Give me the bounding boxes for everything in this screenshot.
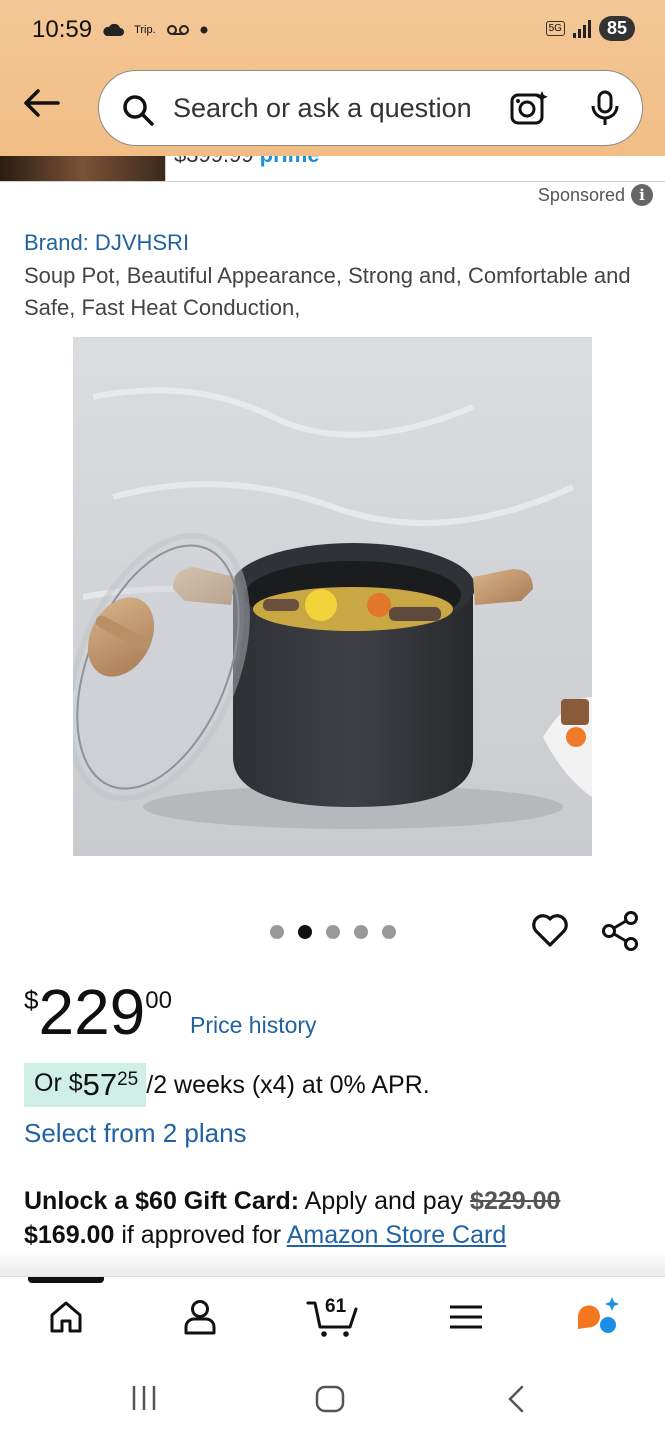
gift-card-text: Apply and pay bbox=[299, 1187, 471, 1215]
carousel-dot[interactable] bbox=[354, 925, 368, 939]
status-time: 10:59 bbox=[32, 16, 93, 43]
menu-icon[interactable] bbox=[444, 1295, 488, 1339]
system-navigation-bar bbox=[0, 1360, 665, 1440]
sponsored-text: Sponsored bbox=[537, 184, 625, 205]
gift-card-text2: if approved for bbox=[114, 1221, 287, 1249]
installment-cents: 25 bbox=[117, 1069, 139, 1090]
heart-icon[interactable] bbox=[530, 910, 570, 950]
product-image[interactable] bbox=[73, 337, 592, 856]
search-input[interactable]: Search or ask a question bbox=[173, 93, 472, 124]
dot-icon bbox=[200, 26, 208, 34]
back-arrow-icon[interactable] bbox=[22, 88, 62, 118]
active-tab-indicator bbox=[28, 1277, 104, 1283]
share-icon[interactable] bbox=[600, 910, 640, 952]
installment-badge: Or $57 25 bbox=[24, 1063, 147, 1107]
gift-card-offer: Unlock a $60 Gift Card: Apply and pay $2… bbox=[24, 1184, 644, 1252]
search-bar[interactable]: Search or ask a question bbox=[98, 70, 643, 146]
price-currency: $ bbox=[24, 985, 39, 1015]
product-price: $ 229 00 bbox=[24, 975, 172, 1049]
top-header: 10:59 Trip. 5G 85 Search or ask a questi… bbox=[0, 0, 665, 156]
status-bar-right: 5G 85 bbox=[545, 16, 635, 41]
sponsored-ad-strip[interactable]: $399.99 prime bbox=[0, 156, 665, 182]
gift-card-new-price: $169.00 bbox=[24, 1221, 115, 1249]
cart-count-badge: 61 bbox=[325, 1296, 347, 1317]
product-title: Soup Pot, Beautiful Appearance, Strong a… bbox=[24, 263, 631, 320]
installment-offer: Or $57 25 /2 weeks (x4) at 0% APR. bbox=[24, 1063, 430, 1107]
carousel-dot[interactable] bbox=[326, 925, 340, 939]
ad-thumbnail bbox=[0, 156, 166, 181]
network-5g-icon: 5G bbox=[545, 21, 565, 36]
ad-price: $399.99 prime bbox=[174, 156, 320, 168]
sponsored-label[interactable]: Sponsored i bbox=[538, 184, 653, 206]
carousel-dot-active[interactable] bbox=[298, 925, 312, 939]
voicemail-icon bbox=[166, 25, 189, 35]
account-icon[interactable] bbox=[178, 1295, 222, 1339]
microphone-icon[interactable] bbox=[589, 89, 621, 127]
brand-link[interactable]: Brand: DJVHSRI bbox=[24, 230, 189, 256]
camera-search-icon[interactable] bbox=[509, 89, 549, 127]
installment-amount: 57 bbox=[82, 1067, 118, 1102]
prime-badge: prime bbox=[260, 156, 320, 167]
installment-terms: /2 weeks (x4) at 0% APR. bbox=[146, 1070, 430, 1099]
home-button-icon[interactable] bbox=[314, 1384, 346, 1414]
select-plans-link[interactable]: Select from 2 plans bbox=[24, 1118, 247, 1149]
price-whole: 229 bbox=[38, 976, 146, 1048]
gift-card-headline: Unlock a $60 Gift Card: bbox=[24, 1187, 300, 1215]
battery-indicator: 85 bbox=[598, 16, 635, 41]
nav-shadow bbox=[0, 1250, 665, 1276]
recent-apps-icon[interactable] bbox=[130, 1384, 160, 1412]
bottom-navigation bbox=[0, 1276, 665, 1360]
store-card-link[interactable]: Amazon Store Card bbox=[287, 1221, 507, 1249]
carousel-dot[interactable] bbox=[382, 925, 396, 939]
search-icon bbox=[123, 95, 154, 126]
gift-card-old-price: $229.00 bbox=[470, 1187, 561, 1215]
price-fraction: 00 bbox=[145, 987, 172, 1014]
signal-icon bbox=[572, 19, 591, 38]
price-history-link[interactable]: Price history bbox=[190, 1012, 317, 1039]
back-button-icon[interactable] bbox=[504, 1384, 528, 1414]
carousel-dot[interactable] bbox=[270, 925, 284, 939]
status-carrier: Trip. bbox=[134, 24, 156, 36]
cloud-icon bbox=[103, 23, 125, 36]
rufus-ai-icon[interactable] bbox=[574, 1295, 624, 1339]
status-bar-left: 10:59 Trip. bbox=[32, 16, 208, 44]
home-icon[interactable] bbox=[44, 1295, 88, 1339]
info-icon[interactable]: i bbox=[631, 184, 653, 206]
image-carousel-dots[interactable] bbox=[270, 925, 396, 939]
installment-prefix: Or $ bbox=[34, 1069, 83, 1097]
